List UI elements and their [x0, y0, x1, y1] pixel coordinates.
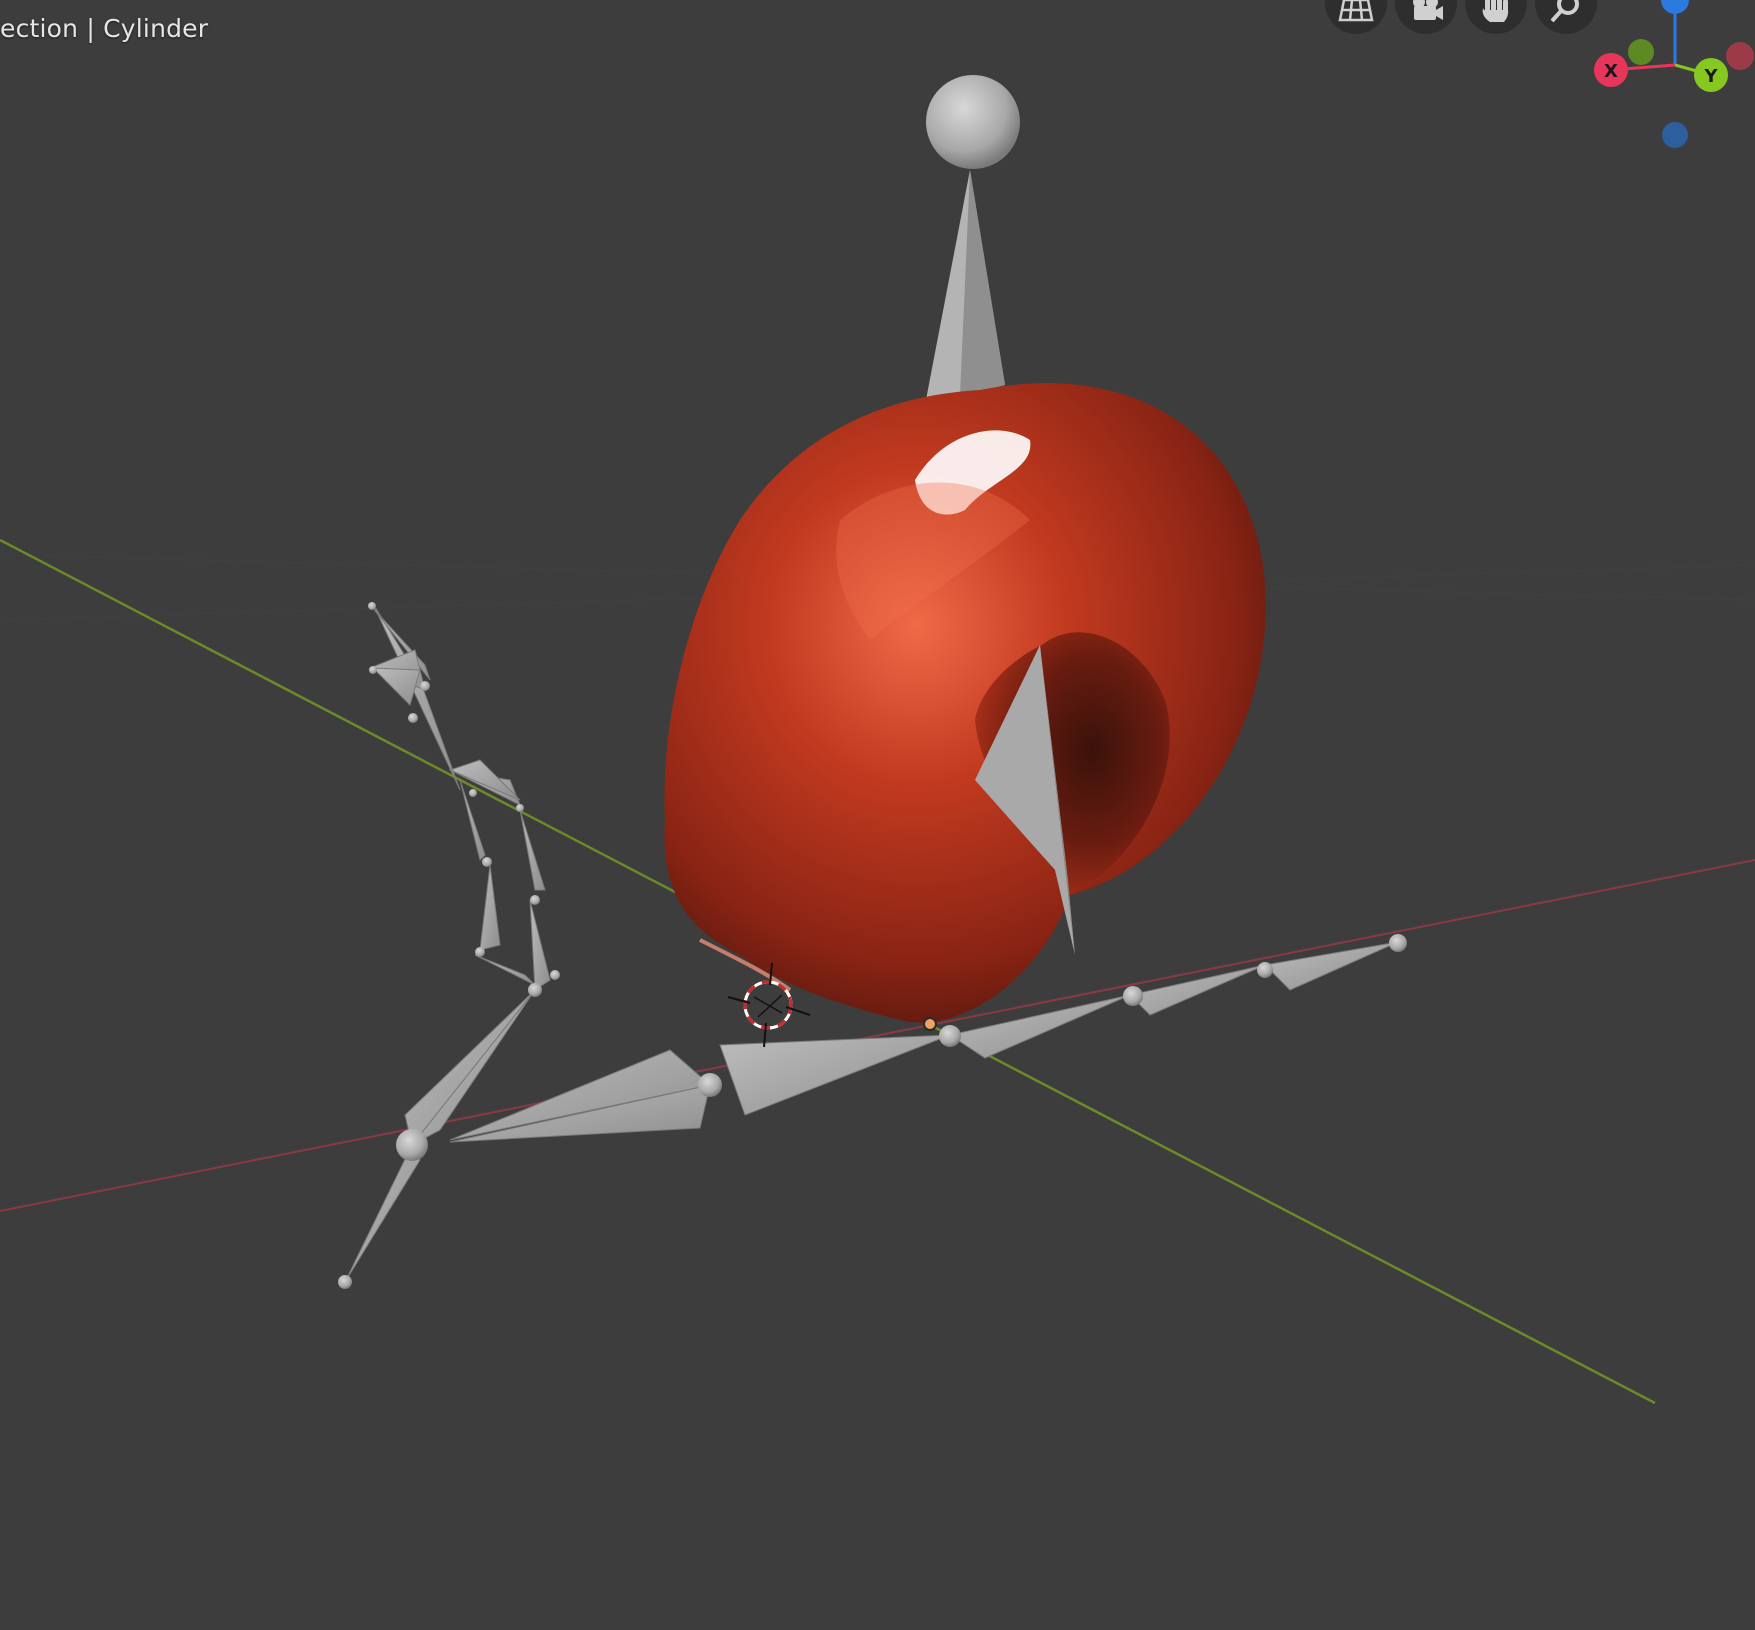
scene-canvas[interactable] — [0, 0, 1755, 1630]
viewport-header-text: ection | Cylinder — [0, 14, 209, 43]
x-axis-label: X — [1604, 61, 1618, 82]
grid-icon — [1338, 0, 1374, 22]
navigation-buttons — [1325, 0, 1597, 34]
spine-bone — [925, 75, 1020, 405]
magnifier-icon — [1550, 0, 1579, 23]
pan-view-button[interactable] — [1465, 0, 1527, 34]
neg-x-handle[interactable] — [1726, 42, 1754, 70]
object-origin — [923, 1017, 937, 1031]
z-axis-handle[interactable] — [1661, 0, 1689, 14]
3d-viewport[interactable]: ection | Cylinder X Y — [0, 0, 1755, 1630]
camera-view-button[interactable] — [1395, 0, 1457, 34]
neg-y-handle[interactable] — [1628, 39, 1654, 65]
neg-z-handle[interactable] — [1662, 122, 1688, 148]
y-axis-label: Y — [1703, 66, 1718, 87]
navigation-gizmo[interactable]: X Y — [1585, 0, 1755, 150]
cylinder-mesh — [664, 383, 1266, 1023]
toggle-ortho-button[interactable] — [1325, 0, 1387, 34]
hand-icon — [1482, 0, 1509, 22]
camera-icon — [1413, 0, 1443, 20]
